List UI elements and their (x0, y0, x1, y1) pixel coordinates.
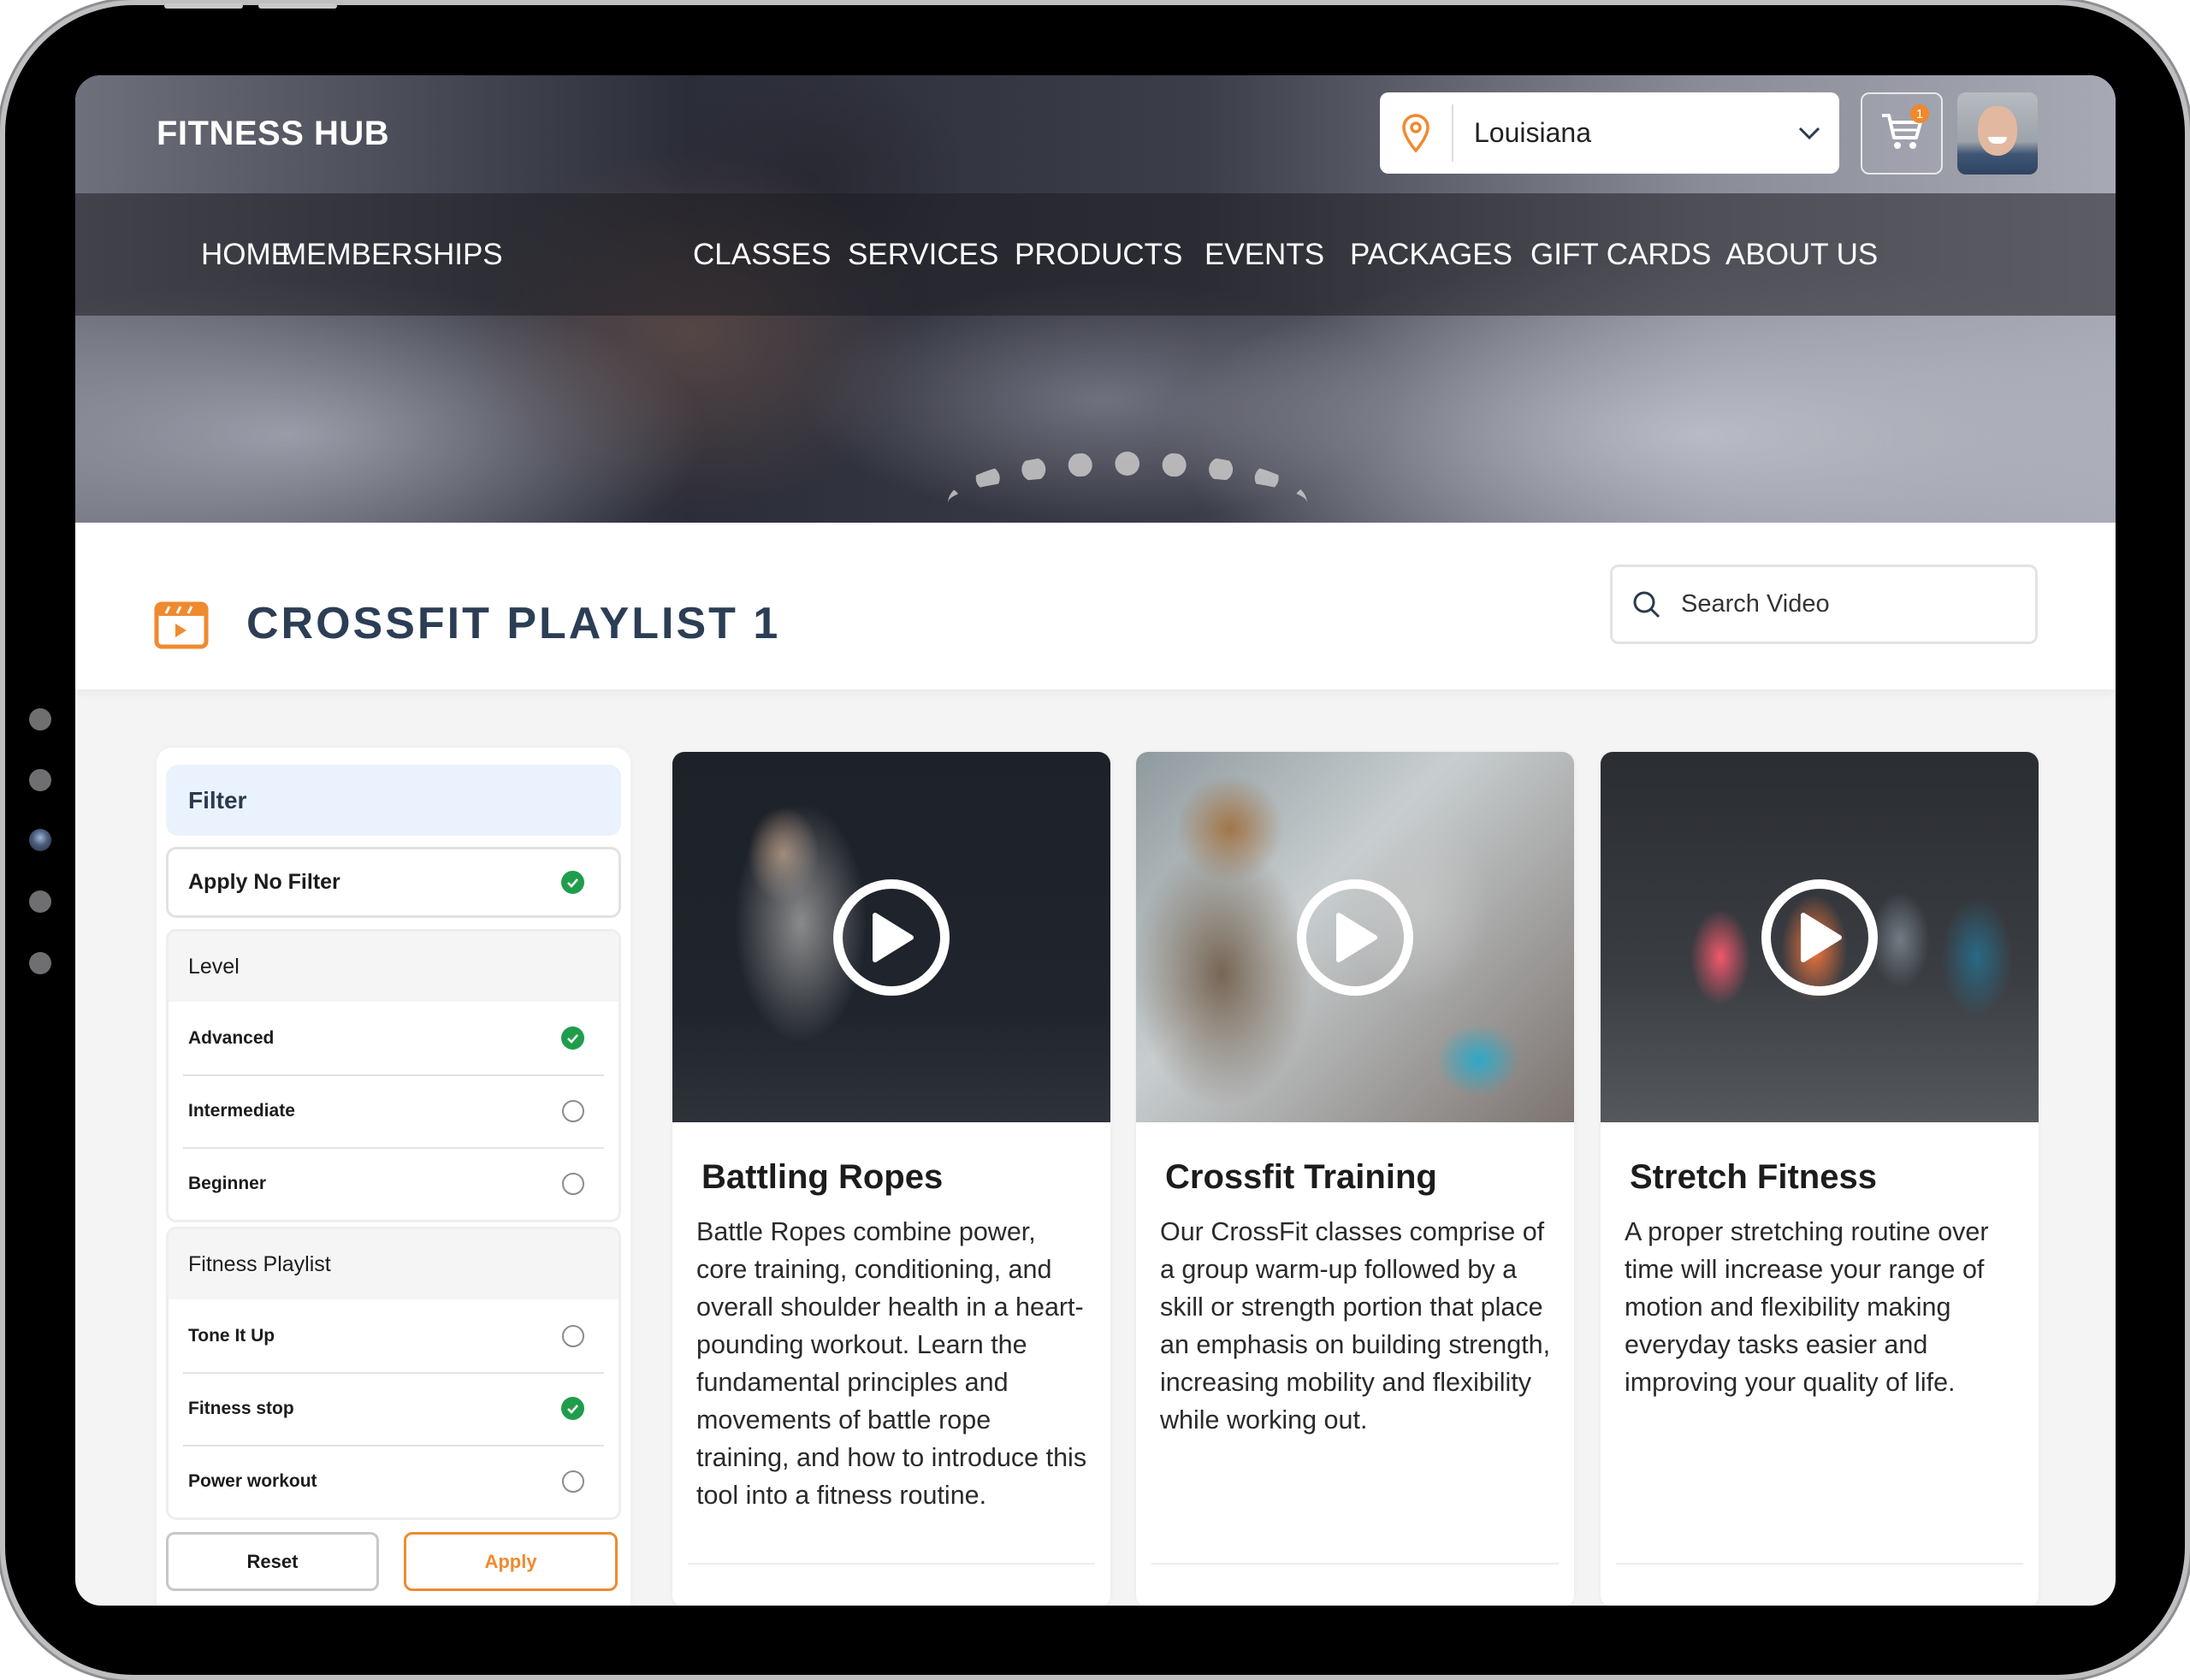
filter-option-intermediate[interactable]: Intermediate (169, 1074, 619, 1147)
video-card[interactable]: Crossfit Training Our CrossFit classes c… (1136, 752, 1574, 1606)
search-video-field[interactable] (1610, 565, 2038, 644)
nav-packages[interactable]: PACKAGES (1350, 193, 1512, 316)
card-divider (1151, 1563, 1559, 1565)
video-description: A proper stretching routine over time wi… (1625, 1217, 1989, 1397)
sensor-dot (29, 890, 51, 913)
hero-banner: FITNESS HUB Louisiana 1 HOME MEMBERSHIPS… (75, 75, 2116, 523)
filter-panel: Filter Apply No Filter Level Advanced In… (157, 748, 630, 1606)
search-video-input[interactable] (1681, 590, 2035, 618)
video-title: Stretch Fitness (1630, 1158, 1877, 1196)
option-label: Advanced (188, 1027, 275, 1048)
map-pin-icon (1380, 104, 1453, 162)
location-selector[interactable]: Louisiana (1380, 92, 1839, 174)
nav-classes[interactable]: CLASSES (693, 193, 831, 316)
video-thumbnail[interactable] (1136, 752, 1574, 1122)
check-circle-icon[interactable] (561, 1397, 584, 1420)
sensor-dot (29, 769, 51, 791)
play-icon[interactable] (833, 878, 950, 996)
nav-home[interactable]: HOME (201, 193, 291, 316)
nav-events[interactable]: EVENTS (1204, 193, 1324, 316)
search-icon (1613, 590, 1681, 619)
video-card[interactable]: Battling Ropes Battle Ropes combine powe… (672, 752, 1110, 1606)
chevron-down-icon (1779, 127, 1839, 140)
apply-no-filter-option[interactable]: Apply No Filter (166, 847, 621, 918)
main-nav: HOME MEMBERSHIPS CLASSES SERVICES PRODUC… (75, 193, 2116, 316)
card-divider (1616, 1563, 2023, 1565)
apply-button[interactable]: Apply (404, 1532, 618, 1591)
nav-memberships[interactable]: MEMBERSHIPS (281, 193, 503, 316)
video-description: Our CrossFit classes comprise of a group… (1160, 1217, 1551, 1435)
video-clapperboard-icon (154, 601, 209, 649)
radio-empty-icon[interactable] (562, 1172, 584, 1195)
option-label: Intermediate (188, 1100, 295, 1121)
cart-button[interactable]: 1 (1861, 92, 1943, 175)
option-label: Beginner (188, 1173, 267, 1193)
top-bar: FITNESS HUB Louisiana 1 (75, 75, 2116, 193)
user-avatar[interactable] (1957, 92, 2038, 175)
video-title: Crossfit Training (1165, 1158, 1437, 1196)
card-divider (688, 1563, 1095, 1565)
play-icon[interactable] (1297, 878, 1413, 996)
page-title: CROSSFIT PLAYLIST 1 (246, 599, 781, 648)
filter-option-tone-it-up[interactable]: Tone It Up (169, 1299, 619, 1372)
reset-button[interactable]: Reset (166, 1532, 379, 1591)
filter-group-fitness-playlist: Fitness Playlist Tone It Up Fitness stop… (166, 1227, 621, 1520)
sensor-dot (29, 952, 51, 974)
playlist-header: CROSSFIT PLAYLIST 1 (75, 523, 2116, 689)
volume-down-button (258, 3, 337, 9)
app-screen: FITNESS HUB Louisiana 1 HOME MEMBERSHIPS… (75, 75, 2116, 1606)
radio-empty-icon[interactable] (562, 1470, 584, 1493)
site-logo[interactable]: FITNESS HUB (157, 115, 389, 153)
filter-option-advanced[interactable]: Advanced (169, 1002, 619, 1074)
check-circle-icon[interactable] (561, 1026, 584, 1050)
nav-about-us[interactable]: ABOUT US (1725, 193, 1878, 316)
volume-up-button (164, 3, 243, 9)
option-label: Apply No Filter (188, 870, 340, 894)
video-description: Battle Ropes combine power, core trainin… (696, 1217, 1087, 1510)
filter-group-level: Level Advanced Intermediate Beginner (166, 929, 621, 1222)
radio-empty-icon[interactable] (562, 1324, 584, 1347)
filter-option-beginner[interactable]: Beginner (169, 1147, 619, 1220)
nav-services[interactable]: SERVICES (848, 193, 998, 316)
video-card[interactable]: Stretch Fitness A proper stretching rout… (1601, 752, 2039, 1606)
avatar-face (1978, 106, 2017, 156)
video-thumbnail[interactable] (1601, 752, 2039, 1122)
filter-option-fitness-stop[interactable]: Fitness stop (169, 1372, 619, 1445)
location-value: Louisiana (1474, 117, 1591, 148)
group-title: Fitness Playlist (169, 1229, 619, 1299)
filter-title: Filter (166, 765, 621, 836)
group-title: Level (169, 932, 619, 1002)
front-camera (29, 829, 51, 851)
video-thumbnail[interactable] (672, 752, 1110, 1122)
filter-option-power-workout[interactable]: Power workout (169, 1445, 619, 1517)
option-label: Tone It Up (188, 1325, 275, 1346)
radio-empty-icon[interactable] (562, 1099, 584, 1122)
check-circle-icon[interactable] (561, 871, 584, 894)
nav-gift-cards[interactable]: GIFT CARDS (1530, 193, 1711, 316)
cart-count-badge: 1 (1910, 104, 1929, 123)
option-label: Fitness stop (188, 1398, 294, 1418)
sensor-dot (29, 708, 51, 731)
nav-products[interactable]: PRODUCTS (1015, 193, 1182, 316)
play-icon[interactable] (1761, 878, 1878, 996)
video-title: Battling Ropes (701, 1158, 944, 1196)
option-label: Power workout (188, 1470, 317, 1491)
